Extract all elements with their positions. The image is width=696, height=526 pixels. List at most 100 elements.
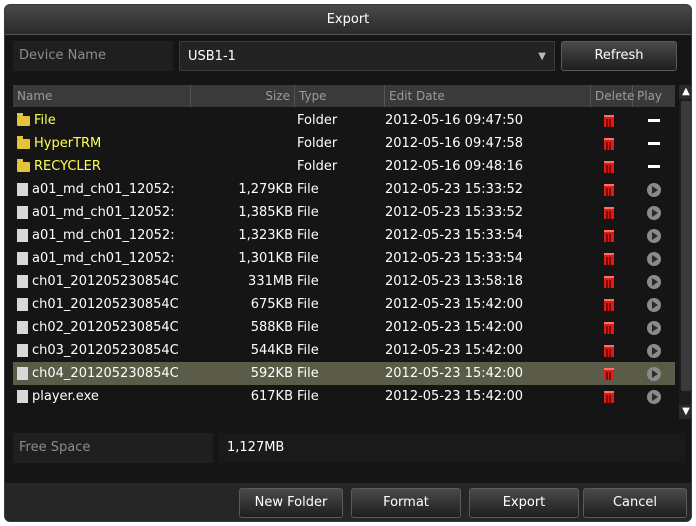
play-icon[interactable] <box>647 205 661 220</box>
table-row[interactable]: a01_md_ch01_12052: 1,301KB File 2012-05-23 … <box>13 247 675 270</box>
button-bar: New Folder Format Export Cancel <box>5 483 691 521</box>
scroll-up-icon[interactable]: ▲ <box>679 85 691 99</box>
file-name: ch01_201205230854C <box>32 274 179 289</box>
file-size <box>191 132 293 155</box>
file-name-cell: HyperTRM <box>13 132 191 155</box>
file-name-cell: a01_md_ch01_12052: <box>13 178 191 201</box>
trash-icon[interactable] <box>604 160 614 173</box>
trash-icon[interactable] <box>604 229 614 242</box>
scroll-thumb[interactable] <box>681 101 691 391</box>
play-cell <box>633 109 675 132</box>
file-type: File <box>297 205 319 220</box>
file-name-cell: a01_md_ch01_12052: <box>13 247 191 270</box>
play-cell <box>633 339 675 362</box>
play-cell <box>633 224 675 247</box>
play-icon[interactable] <box>647 389 661 404</box>
file-name: ch02_201205230854C <box>32 320 179 335</box>
play-cell <box>633 270 675 293</box>
column-header-size[interactable]: Size <box>191 85 295 107</box>
play-cell <box>633 362 675 385</box>
column-header-type[interactable]: Type <box>295 85 385 107</box>
table-row[interactable]: ch02_201205230854C 588KB File 2012-05-23 15… <box>13 316 675 339</box>
file-name: RECYCLER <box>34 159 101 174</box>
table-header: Name Size Type Edit Date Delete Play <box>13 85 675 107</box>
file-icon <box>17 229 28 242</box>
trash-icon[interactable] <box>604 390 614 403</box>
table-body: File Folder 2012-05-16 09:47:50 HyperTRM Fol… <box>13 107 675 419</box>
trash-icon[interactable] <box>604 183 614 196</box>
vertical-scrollbar[interactable]: ▲ ▼ <box>679 85 691 419</box>
device-row: Device Name USB1-1 ▼ Refresh <box>13 41 685 71</box>
file-type: File <box>297 343 319 358</box>
device-select[interactable]: USB1-1 ▼ <box>179 41 555 71</box>
file-type: File <box>297 366 319 381</box>
trash-icon[interactable] <box>604 367 614 380</box>
file-name-cell: ch03_201205230854C <box>13 339 191 362</box>
trash-icon[interactable] <box>604 137 614 150</box>
trash-icon[interactable] <box>604 298 614 311</box>
trash-icon[interactable] <box>604 206 614 219</box>
scroll-down-icon[interactable]: ▼ <box>679 405 691 419</box>
cancel-button[interactable]: Cancel <box>583 488 687 518</box>
file-type: File <box>297 182 319 197</box>
delete-cell <box>591 109 627 132</box>
play-icon[interactable] <box>647 274 661 289</box>
delete-cell <box>591 293 627 316</box>
file-size: 1,385KB <box>238 205 293 220</box>
free-space-row: Free Space 1,127MB <box>13 433 685 463</box>
table-row[interactable]: a01_md_ch01_12052: 1,385KB File 2012-05-23 … <box>13 201 675 224</box>
column-header-edit-date[interactable]: Edit Date <box>385 85 591 107</box>
play-cell <box>633 385 675 408</box>
table-row[interactable]: ch03_201205230854C 544KB File 2012-05-23 15… <box>13 339 675 362</box>
play-icon[interactable] <box>647 228 661 243</box>
play-icon[interactable] <box>647 366 661 381</box>
trash-icon[interactable] <box>604 321 614 334</box>
column-header-play: Play <box>637 89 663 103</box>
play-icon[interactable] <box>647 320 661 335</box>
table-row[interactable]: ch04_201205230854C 592KB File 2012-05-23 15… <box>13 362 675 385</box>
column-header-name[interactable]: Name <box>13 85 191 107</box>
play-icon[interactable] <box>647 343 661 358</box>
delete-cell <box>591 224 627 247</box>
file-edit-date: 2012-05-16 09:47:58 <box>385 136 524 151</box>
file-name: ch04_201205230854C <box>32 366 179 381</box>
format-button[interactable]: Format <box>351 488 461 518</box>
file-name-cell: ch01_201205230854C <box>13 270 191 293</box>
folder-icon <box>17 158 30 172</box>
new-folder-button[interactable]: New Folder <box>239 488 343 518</box>
export-dialog: Export Device Name USB1-1 ▼ Refresh Name… <box>4 4 692 522</box>
play-icon[interactable] <box>647 251 661 266</box>
file-name: a01_md_ch01_12052: <box>32 182 175 197</box>
table-row[interactable]: File Folder 2012-05-16 09:47:50 <box>13 109 675 132</box>
play-icon[interactable] <box>647 182 661 197</box>
file-size: 588KB <box>250 320 293 335</box>
table-row[interactable]: HyperTRM Folder 2012-05-16 09:47:58 <box>13 132 675 155</box>
dash-icon <box>648 142 660 145</box>
trash-icon[interactable] <box>604 252 614 265</box>
device-select-value: USB1-1 <box>188 49 236 64</box>
delete-cell <box>591 155 627 178</box>
table-row[interactable]: a01_md_ch01_12052: 1,279KB File 2012-05-23 … <box>13 178 675 201</box>
dialog-title: Export <box>5 5 691 35</box>
trash-icon[interactable] <box>604 114 614 127</box>
file-edit-date: 2012-05-23 15:42:00 <box>385 366 524 381</box>
table-row[interactable]: RECYCLER Folder 2012-05-16 09:48:16 <box>13 155 675 178</box>
file-size: 1,279KB <box>238 182 293 197</box>
table-row[interactable]: player.exe 617KB File 2012-05-23 15:42:00 <box>13 385 675 408</box>
trash-icon[interactable] <box>604 275 614 288</box>
table-row[interactable]: ch01_201205230854C 675KB File 2012-05-23 15… <box>13 293 675 316</box>
file-name-cell: ch01_201205230854C <box>13 293 191 316</box>
file-name: player.exe <box>32 389 99 404</box>
file-edit-date: 2012-05-23 15:42:00 <box>385 389 524 404</box>
table-row[interactable]: ch01_201205230854C 331MB File 2012-05-23 13… <box>13 270 675 293</box>
table-row[interactable]: a01_md_ch01_12052: 1,323KB File 2012-05-23 … <box>13 224 675 247</box>
play-cell <box>633 316 675 339</box>
export-button[interactable]: Export <box>469 488 579 518</box>
file-size <box>191 109 293 132</box>
file-edit-date: 2012-05-23 15:33:52 <box>385 205 524 220</box>
refresh-button[interactable]: Refresh <box>561 41 677 71</box>
play-icon[interactable] <box>647 297 661 312</box>
file-edit-date: 2012-05-23 13:58:18 <box>385 274 524 289</box>
trash-icon[interactable] <box>604 344 614 357</box>
file-edit-date: 2012-05-23 15:33:54 <box>385 251 524 266</box>
